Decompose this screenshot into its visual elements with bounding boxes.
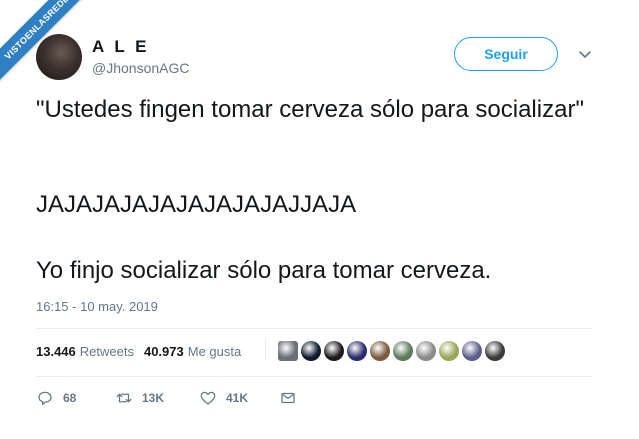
- tweet-card: VISTOENLASREDES A L E @JhonsonAGC Seguir…: [0, 0, 639, 439]
- likes-count: 40.973: [143, 344, 184, 359]
- tweet-timestamp[interactable]: 16:15 - 10 may. 2019: [36, 299, 158, 314]
- liker-avatar[interactable]: [324, 341, 344, 361]
- liker-avatar[interactable]: [416, 341, 436, 361]
- tweet-stats: 13.446 Retweets 40.973 Me gusta: [36, 344, 241, 359]
- liker-avatar[interactable]: [278, 341, 298, 361]
- divider: [36, 328, 593, 329]
- retweet-action[interactable]: 13K: [115, 389, 199, 407]
- liker-avatar[interactable]: [301, 341, 321, 361]
- retweets-label: Retweets: [79, 344, 134, 359]
- tweet-text-line-1: "Ustedes fingen tomar cerveza sólo para …: [36, 96, 584, 123]
- likers-avatars: [278, 341, 505, 361]
- tweet-text-line-2: JAJAJAJAJAJAJAJAJAJJAJA: [36, 191, 357, 218]
- reply-count: 68: [63, 391, 77, 405]
- retweets-count: 13.446: [36, 344, 76, 359]
- retweets-stat[interactable]: 13.446 Retweets: [36, 344, 134, 359]
- tweet-text-line-3: Yo finjo socializar sólo para tomar cerv…: [36, 257, 492, 284]
- liker-avatar[interactable]: [462, 341, 482, 361]
- likes-stat[interactable]: 40.973 Me gusta: [144, 344, 241, 359]
- like-count: 41K: [226, 391, 249, 405]
- stats-separator: [265, 339, 266, 361]
- heart-icon: [200, 391, 216, 405]
- avatar[interactable]: [36, 34, 82, 80]
- reply-icon: [38, 391, 52, 406]
- retweet-count: 13K: [142, 391, 165, 405]
- direct-message-action[interactable]: [279, 389, 297, 407]
- liker-avatar[interactable]: [370, 341, 390, 361]
- follow-button[interactable]: Seguir: [454, 37, 558, 71]
- liker-avatar[interactable]: [393, 341, 413, 361]
- envelope-icon: [281, 392, 295, 404]
- author-name[interactable]: A L E: [92, 37, 150, 57]
- action-bar: 68 13K 41K: [36, 389, 297, 407]
- author-handle[interactable]: @JhonsonAGC: [92, 60, 189, 76]
- reply-action[interactable]: 68: [36, 389, 115, 407]
- liker-avatar[interactable]: [485, 341, 505, 361]
- retweet-icon: [116, 393, 132, 403]
- like-action[interactable]: 41K: [199, 389, 279, 407]
- likes-label: Me gusta: [187, 344, 242, 359]
- divider: [36, 376, 593, 377]
- liker-avatar[interactable]: [347, 341, 367, 361]
- chevron-down-icon[interactable]: [577, 46, 593, 62]
- liker-avatar[interactable]: [439, 341, 459, 361]
